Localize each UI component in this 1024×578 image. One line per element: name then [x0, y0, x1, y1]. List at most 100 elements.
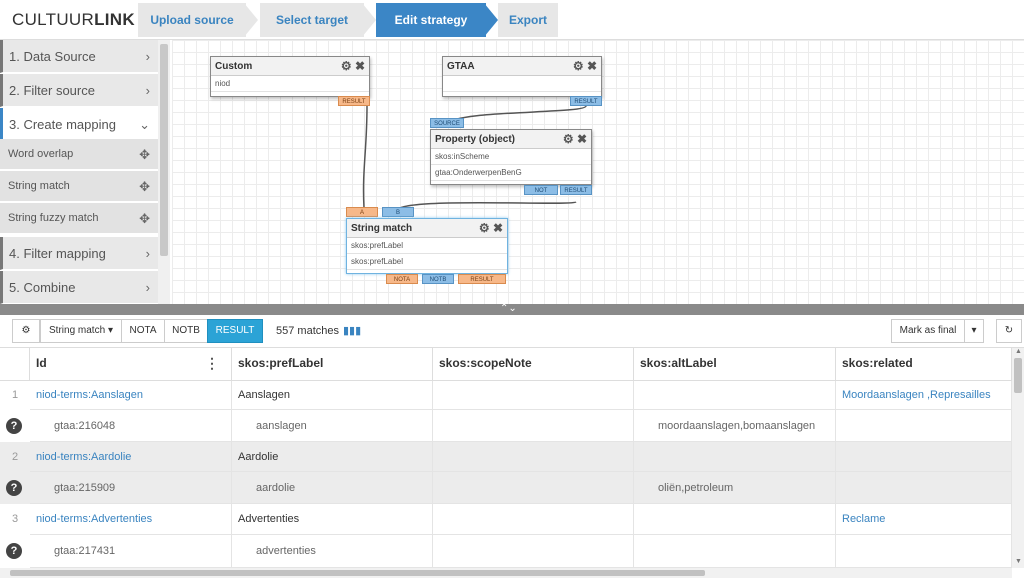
- cell-related[interactable]: Reclame: [836, 504, 1012, 535]
- sidebar-subitem-string-fuzzy-match[interactable]: String fuzzy match ✥: [0, 203, 158, 234]
- logo[interactable]: CULTUURLINK: [12, 10, 135, 30]
- subitem-label: Word overlap: [8, 148, 74, 160]
- sidebar-scrollbar-thumb[interactable]: [160, 44, 168, 256]
- cell-match-scopenote: [433, 472, 634, 504]
- port-string-match-result[interactable]: RESULT: [458, 274, 506, 284]
- table-row[interactable]: 3 niod-terms:Advertenties Advertenties R…: [0, 504, 1012, 535]
- cell-match-scopenote: [433, 410, 634, 442]
- cell-match-id[interactable]: gtaa:216048: [30, 410, 232, 442]
- close-icon[interactable]: ✖: [493, 221, 503, 235]
- gear-icon[interactable]: ⚙: [479, 221, 490, 235]
- table-header-rownum: [0, 348, 30, 381]
- table-row-match[interactable]: ? gtaa:215909 aardolie oliën,petroleum: [0, 472, 1012, 504]
- sidebar-subitem-word-overlap[interactable]: Word overlap ✥: [0, 139, 158, 170]
- table-row[interactable]: 2 niod-terms:Aardolie Aardolie: [0, 442, 1012, 472]
- node-custom[interactable]: Custom ⚙ ✖ niod: [210, 56, 370, 97]
- sidebar-subitem-string-match[interactable]: String match ✥: [0, 171, 158, 202]
- node-header[interactable]: Custom ⚙ ✖: [211, 57, 369, 76]
- port-property-not[interactable]: NOT: [524, 185, 558, 195]
- node-select-dropdown[interactable]: String match ▾: [40, 319, 122, 343]
- sidebar-item-filter-mapping[interactable]: 4. Filter mapping ›: [0, 237, 158, 270]
- vertical-scrollbar-thumb[interactable]: [1014, 358, 1022, 393]
- gear-icon[interactable]: ⚙: [341, 59, 352, 73]
- table-header-scopenote[interactable]: skos:scopeNote: [433, 348, 634, 381]
- sidebar-item-create-mapping[interactable]: 3. Create mapping ⌄: [0, 108, 158, 141]
- node-string-match[interactable]: String match ⚙ ✖ skos:prefLabel skos:pre…: [346, 218, 508, 274]
- settings-button[interactable]: ⚙: [12, 319, 40, 343]
- horizontal-scrollbar-thumb[interactable]: [10, 570, 705, 576]
- results-toolbar: ⚙ String match ▾ NOTA NOTB RESULT 557 ma…: [0, 315, 1024, 348]
- filter-nota-button[interactable]: NOTA: [121, 319, 165, 343]
- table-row[interactable]: 1 niod-terms:Aanslagen Aanslagen Moordaa…: [0, 381, 1012, 410]
- cell-id[interactable]: niod-terms:Aardolie: [30, 442, 232, 472]
- sidebar-item-combine[interactable]: 5. Combine ›: [0, 271, 158, 304]
- node-header[interactable]: String match ⚙ ✖: [347, 219, 507, 238]
- dropdown-label: String match: [49, 325, 106, 336]
- bar-chart-icon[interactable]: ▮▮▮: [343, 325, 361, 337]
- refresh-button[interactable]: ↻: [996, 319, 1022, 343]
- mark-as-final-button[interactable]: Mark as final: [891, 319, 965, 343]
- cell-id[interactable]: niod-terms:Aanslagen: [30, 381, 232, 410]
- filter-result-button[interactable]: RESULT: [207, 319, 263, 343]
- table-row-match[interactable]: ? gtaa:216048 aanslagen moordaanslagen,b…: [0, 410, 1012, 442]
- question-icon[interactable]: ?: [6, 480, 22, 496]
- table-horizontal-scrollbar[interactable]: [0, 568, 1012, 578]
- question-icon[interactable]: ?: [6, 418, 22, 434]
- cell-related[interactable]: [836, 442, 1012, 472]
- mark-final-dropdown[interactable]: ▾: [964, 319, 984, 343]
- node-row: [443, 76, 601, 92]
- table-header-id[interactable]: Id ⋮: [30, 348, 232, 381]
- collapse-expand-icon[interactable]: ⌃⌄: [500, 303, 517, 314]
- gear-icon[interactable]: ⚙: [573, 59, 584, 73]
- chevron-right-icon: ›: [145, 49, 150, 64]
- table-row-match[interactable]: ? gtaa:217431 advertenties: [0, 535, 1012, 568]
- strategy-canvas[interactable]: Custom ⚙ ✖ niod RESULT GTAA ⚙ ✖ RESULT S…: [172, 40, 1024, 304]
- close-icon[interactable]: ✖: [587, 59, 597, 73]
- cell-match-id[interactable]: gtaa:215909: [30, 472, 232, 504]
- port-string-match-a[interactable]: A: [346, 207, 378, 217]
- port-gtaa-result[interactable]: RESULT: [570, 96, 602, 106]
- port-string-match-nota[interactable]: NOTA: [386, 274, 418, 284]
- node-header[interactable]: Property (object) ⚙ ✖: [431, 130, 591, 149]
- scroll-up-icon[interactable]: ▲: [1015, 348, 1022, 355]
- row-number: 2: [11, 451, 19, 463]
- link-gtaa-to-source: [447, 105, 587, 125]
- node-header[interactable]: GTAA ⚙ ✖: [443, 57, 601, 76]
- column-menu-icon[interactable]: ⋮: [205, 348, 219, 378]
- match-count: 557 matches ▮▮▮: [276, 319, 361, 343]
- cell-id[interactable]: niod-terms:Advertenties: [30, 504, 232, 535]
- cell-match-id[interactable]: gtaa:217431: [30, 535, 232, 568]
- filter-notb-button[interactable]: NOTB: [164, 319, 208, 343]
- step-upload-source[interactable]: Upload source: [138, 3, 246, 37]
- table-header-altlabel[interactable]: skos:altLabel: [634, 348, 836, 381]
- scroll-down-icon[interactable]: ▼: [1015, 558, 1022, 565]
- node-gtaa[interactable]: GTAA ⚙ ✖: [442, 56, 602, 97]
- port-property-result[interactable]: RESULT: [560, 185, 592, 195]
- port-property-source[interactable]: SOURCE: [430, 118, 464, 128]
- node-title: String match: [351, 223, 413, 234]
- move-icon[interactable]: ✥: [139, 171, 150, 202]
- close-icon[interactable]: ✖: [577, 132, 587, 146]
- logo-part-1: CULTUUR: [12, 10, 95, 29]
- table-header-preflabel[interactable]: skos:prefLabel: [232, 348, 433, 381]
- sidebar-item-filter-source[interactable]: 2. Filter source ›: [0, 74, 158, 107]
- table-header-related[interactable]: skos:related: [836, 348, 1012, 381]
- node-property-object[interactable]: Property (object) ⚙ ✖ skos:inScheme gtaa…: [430, 129, 592, 185]
- cell-related[interactable]: Moordaanslagen ,Represailles: [836, 381, 1012, 410]
- question-icon[interactable]: ?: [6, 543, 22, 559]
- move-icon[interactable]: ✥: [139, 139, 150, 170]
- step-export[interactable]: Export: [498, 3, 558, 37]
- port-string-match-notb[interactable]: NOTB: [422, 274, 454, 284]
- close-icon[interactable]: ✖: [355, 59, 365, 73]
- step-arrow: [484, 3, 498, 37]
- step-select-target[interactable]: Select target: [260, 3, 364, 37]
- table-vertical-scrollbar[interactable]: ▲ ▼: [1012, 348, 1024, 568]
- refresh-icon: ↻: [1004, 325, 1014, 336]
- step-edit-strategy[interactable]: Edit strategy: [376, 3, 486, 37]
- gear-icon[interactable]: ⚙: [563, 132, 574, 146]
- port-custom-result[interactable]: RESULT: [338, 96, 370, 106]
- sidebar-item-data-source[interactable]: 1. Data Source ›: [0, 40, 158, 73]
- panel-splitter[interactable]: ⌃⌄: [0, 303, 1024, 315]
- move-icon[interactable]: ✥: [139, 203, 150, 234]
- port-string-match-b[interactable]: B: [382, 207, 414, 217]
